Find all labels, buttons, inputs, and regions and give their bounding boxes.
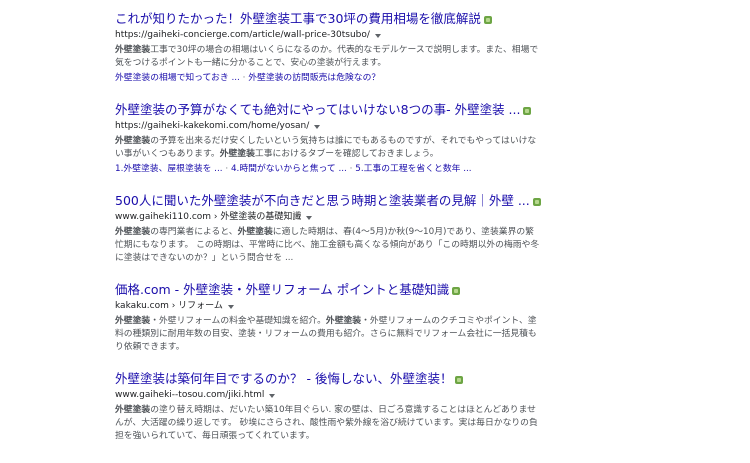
search-result: 価格.com - 外壁塗装・外壁リフォーム ポイントと基礎知識 kakaku.c… <box>115 281 537 354</box>
result-title-link[interactable]: これが知りたかった！外壁塗装工事で30坪の費用相場を徹底解説 <box>115 10 535 27</box>
result-title[interactable]: 外壁塗装の予算がなくても絶対にやってはいけない8つの事- 外壁塗装 ... <box>115 101 520 118</box>
caret-down-icon[interactable] <box>269 393 276 398</box>
result-snippet: 外壁塗装工事で30坪の場合の相場はいくらになるのか。代表的なモデルケースで説明し… <box>115 44 540 70</box>
snippet-text: ・外壁リフォームの料金や基礎知識を紹介。 <box>150 316 326 326</box>
extension-icon <box>483 15 492 24</box>
snippet-bold: 外壁塗装 <box>325 316 362 326</box>
sitelink[interactable]: 4.時間がないからと焦って ... <box>231 164 347 174</box>
result-url-row: https://gaiheki-kakekomi.com/home/yosan/ <box>115 120 535 133</box>
sitelink[interactable]: 外壁塗装の相場で知っておき ... <box>115 73 240 83</box>
caret-down-icon[interactable] <box>314 124 321 129</box>
search-result: 500人に聞いた外壁塗装が不向きだと思う時期と塗装業者の見解｜外壁 ... ww… <box>115 192 541 265</box>
result-title[interactable]: 500人に聞いた外壁塗装が不向きだと思う時期と塗装業者の見解｜外壁 ... <box>115 192 530 209</box>
snippet-bold: 外壁塗装 <box>115 316 151 326</box>
sitelinks: 1.外壁塗装、屋根塗装を ... · 4.時間がないからと焦って ... · 5… <box>115 163 535 176</box>
search-result: これが知りたかった！外壁塗装工事で30坪の費用相場を徹底解説 https://g… <box>115 10 538 85</box>
snippet-text: 工事で30坪の場合の相場はいくらになるのか。代表的なモデルケースで説明します。ま… <box>115 45 539 68</box>
extension-icon <box>523 106 532 115</box>
result-title-link[interactable]: 価格.com - 外壁塗装・外壁リフォーム ポイントと基礎知識 <box>115 281 535 298</box>
result-snippet: 外壁塗装の塗り替え時期は、だいたい築10年目ぐらい. 家の壁は、日ごろ意識するこ… <box>115 404 540 443</box>
snippet-bold: 外壁塗装 <box>115 136 151 146</box>
caret-down-icon[interactable] <box>227 304 234 309</box>
snippet-text: の専門業者によると、 <box>150 227 238 237</box>
result-url-row: www.gaiheki110.com › 外壁塗装の基礎知識 <box>115 211 535 224</box>
snippet-bold: 外壁塗装 <box>237 227 273 237</box>
snippet-text: の塗り替え時期は、だいたい築10年目ぐらい. 家の壁は、日ごろ意識することはほと… <box>115 405 538 441</box>
sitelink[interactable]: 1.外壁塗装、屋根塗装を ... <box>115 164 223 174</box>
result-url: https://gaiheki-kakekomi.com/home/yosan/ <box>115 121 310 131</box>
caret-down-icon[interactable] <box>374 33 381 38</box>
sitelink[interactable]: 5.工事の工程を省くと数年 ... <box>355 164 471 174</box>
result-snippet: 外壁塗装の予算を出来るだけ安くしたいという気持ちは誰にでもあるものですが、それで… <box>115 135 540 161</box>
result-title[interactable]: 外壁塗装は築何年目でするのか？ - 後悔しない、外壁塗装！ <box>115 370 452 387</box>
result-snippet: 外壁塗装・外壁リフォームの料金や基礎知識を紹介。外壁塗装・外壁リフォームのクチコ… <box>115 315 540 354</box>
result-url: https://gaiheki-concierge.com/article/wa… <box>115 30 370 40</box>
search-result: 外壁塗装の予算がなくても絶対にやってはいけない8つの事- 外壁塗装 ... ht… <box>115 101 536 176</box>
snippet-text: 工事におけるタブーを確認しておきましょう。 <box>254 149 439 159</box>
result-url: kakaku.com › リフォーム <box>115 301 223 311</box>
result-url: www.gaiheki--tosou.com/jiki.html <box>115 390 265 400</box>
result-title-link[interactable]: 外壁塗装は築何年目でするのか？ - 後悔しない、外壁塗装！ <box>115 370 535 387</box>
result-title-link[interactable]: 500人に聞いた外壁塗装が不向きだと思う時期と塗装業者の見解｜外壁 ... <box>115 192 541 209</box>
result-snippet: 外壁塗装の専門業者によると、外壁塗装に適した時期は、春(4〜5月)か秋(9〜10… <box>115 226 540 265</box>
extension-icon <box>455 375 464 384</box>
result-url: www.gaiheki110.com › 外壁塗装の基礎知識 <box>115 212 302 222</box>
result-url-row: www.gaiheki--tosou.com/jiki.html <box>115 389 535 402</box>
snippet-bold: 外壁塗装 <box>115 227 151 237</box>
snippet-bold: 外壁塗装 <box>115 405 151 415</box>
result-title[interactable]: これが知りたかった！外壁塗装工事で30坪の費用相場を徹底解説 <box>115 10 481 27</box>
snippet-bold: 外壁塗装 <box>115 45 151 55</box>
extension-icon <box>532 197 541 206</box>
result-title-link[interactable]: 外壁塗装の予算がなくても絶対にやってはいけない8つの事- 外壁塗装 ... <box>115 101 535 118</box>
extension-icon <box>452 286 461 295</box>
snippet-bold: 外壁塗装 <box>219 149 255 159</box>
sitelink[interactable]: 外壁塗装の訪問販売は危険なの？ <box>248 73 380 83</box>
result-url-row: kakaku.com › リフォーム <box>115 300 535 313</box>
search-results: これが知りたかった！外壁塗装工事で30坪の費用相場を徹底解説 https://g… <box>115 10 541 459</box>
sitelinks: 外壁塗装の相場で知っておき ... · 外壁塗装の訪問販売は危険なの？ <box>115 72 535 85</box>
search-result: 外壁塗装は築何年目でするのか？ - 後悔しない、外壁塗装！ www.gaihek… <box>115 370 538 443</box>
result-title[interactable]: 価格.com - 外壁塗装・外壁リフォーム ポイントと基礎知識 <box>115 281 449 298</box>
caret-down-icon[interactable] <box>306 215 313 220</box>
result-url-row: https://gaiheki-concierge.com/article/wa… <box>115 29 535 42</box>
